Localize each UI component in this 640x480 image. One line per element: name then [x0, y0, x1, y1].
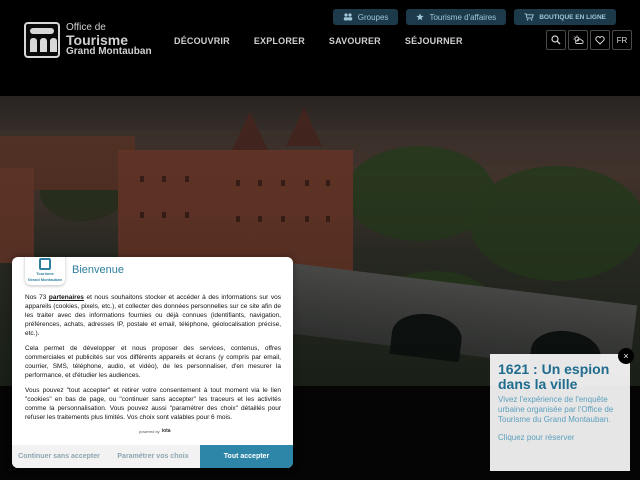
- consent-buttons: Continuer sans accepter Paramétrer vos c…: [12, 445, 293, 468]
- weather-icon: [573, 35, 584, 44]
- favorites-button[interactable]: [590, 30, 610, 50]
- logo-mark: [39, 258, 51, 270]
- business-tourism-label: Tourisme d'affaires: [429, 12, 497, 22]
- promo-card[interactable]: 1621 : Un espion dans la ville Vivez l'e…: [490, 348, 634, 471]
- heart-icon: [595, 35, 605, 45]
- settings-button[interactable]: Paramétrer vos choix: [106, 445, 200, 468]
- logo-bar: [30, 28, 54, 34]
- consent-logo-line-2: Grand Montauban: [27, 277, 63, 282]
- logo-arch: [40, 38, 47, 52]
- promo-book-link[interactable]: Cliquez pour réserver: [498, 433, 622, 442]
- groups-label: Groupes: [357, 12, 389, 22]
- consent-text: Nos 73 partenaires et nous souhaitons st…: [25, 293, 281, 428]
- nav-item-decouvrir[interactable]: DÉCOUVRIR: [174, 36, 230, 46]
- weather-button[interactable]: [568, 30, 588, 50]
- promo-title: 1621 : Un espion dans la ville: [498, 361, 610, 392]
- promo-close-button[interactable]: ×: [618, 348, 634, 364]
- powered-by: powered by iota: [139, 428, 171, 434]
- tourism-homepage: Office de Tourisme Grand Montauban Group…: [0, 0, 640, 480]
- powered-by-label: powered by: [139, 428, 160, 434]
- consent-title: Bienvenue: [72, 264, 124, 276]
- top-links: Groupes Tourisme d'affaires BOUTIQUE EN …: [332, 9, 616, 25]
- search-icon: [551, 35, 561, 45]
- logo-text: Office de Tourisme Grand Montauban: [66, 23, 152, 57]
- logo-arch: [30, 38, 37, 52]
- site-logo[interactable]: Office de Tourisme Grand Montauban: [24, 22, 152, 58]
- header-tools: FR: [546, 30, 632, 50]
- search-button[interactable]: [546, 30, 566, 50]
- cookie-consent-dialog: Tourisme Grand Montauban Bienvenue Nos 7…: [12, 257, 293, 468]
- accept-all-button[interactable]: Tout accepter: [200, 445, 293, 468]
- logo-arch: [50, 38, 57, 52]
- logo-line-2: Tourisme: [66, 32, 128, 48]
- language-switcher[interactable]: FR: [612, 30, 632, 50]
- consent-paragraph-2: Cela permet de développer et nous propos…: [25, 345, 281, 379]
- consent-logo: Tourisme Grand Montauban: [25, 257, 65, 285]
- consent-text-intro: Nos 73: [25, 294, 49, 301]
- star-icon: [416, 13, 425, 21]
- consent-logo-line-1: Tourisme: [36, 271, 54, 276]
- logo-mark: [24, 22, 60, 58]
- partners-link[interactable]: partenaires: [49, 294, 84, 301]
- powered-by-brand: iota: [161, 428, 171, 434]
- consent-paragraph-1: Nos 73 partenaires et nous souhaitons st…: [25, 293, 281, 338]
- business-tourism-button[interactable]: Tourisme d'affaires: [406, 9, 507, 25]
- group-icon: [343, 13, 352, 21]
- promo-body: Vivez l'expérience de l'enquête urbaine …: [498, 395, 614, 424]
- close-icon: ×: [623, 351, 629, 361]
- groups-button[interactable]: Groupes: [332, 9, 399, 25]
- main-nav: DÉCOUVRIR EXPLORER SAVOURER SÉJOURNER: [174, 36, 463, 46]
- site-header: Office de Tourisme Grand Montauban Group…: [0, 0, 640, 96]
- nav-item-sejourner[interactable]: SÉJOURNER: [405, 36, 463, 46]
- consent-paragraph-3: Vous pouvez "tout accepter" et retirer v…: [25, 387, 281, 421]
- continue-without-accepting-button[interactable]: Continuer sans accepter: [12, 445, 106, 468]
- online-shop-label: BOUTIQUE EN LIGNE: [539, 13, 606, 21]
- nav-item-savourer[interactable]: SAVOURER: [329, 36, 381, 46]
- nav-item-explorer[interactable]: EXPLORER: [254, 36, 305, 46]
- logo-line-3: Grand Montauban: [66, 46, 152, 57]
- cart-icon: [524, 13, 535, 21]
- online-shop-button[interactable]: BOUTIQUE EN LIGNE: [514, 9, 616, 25]
